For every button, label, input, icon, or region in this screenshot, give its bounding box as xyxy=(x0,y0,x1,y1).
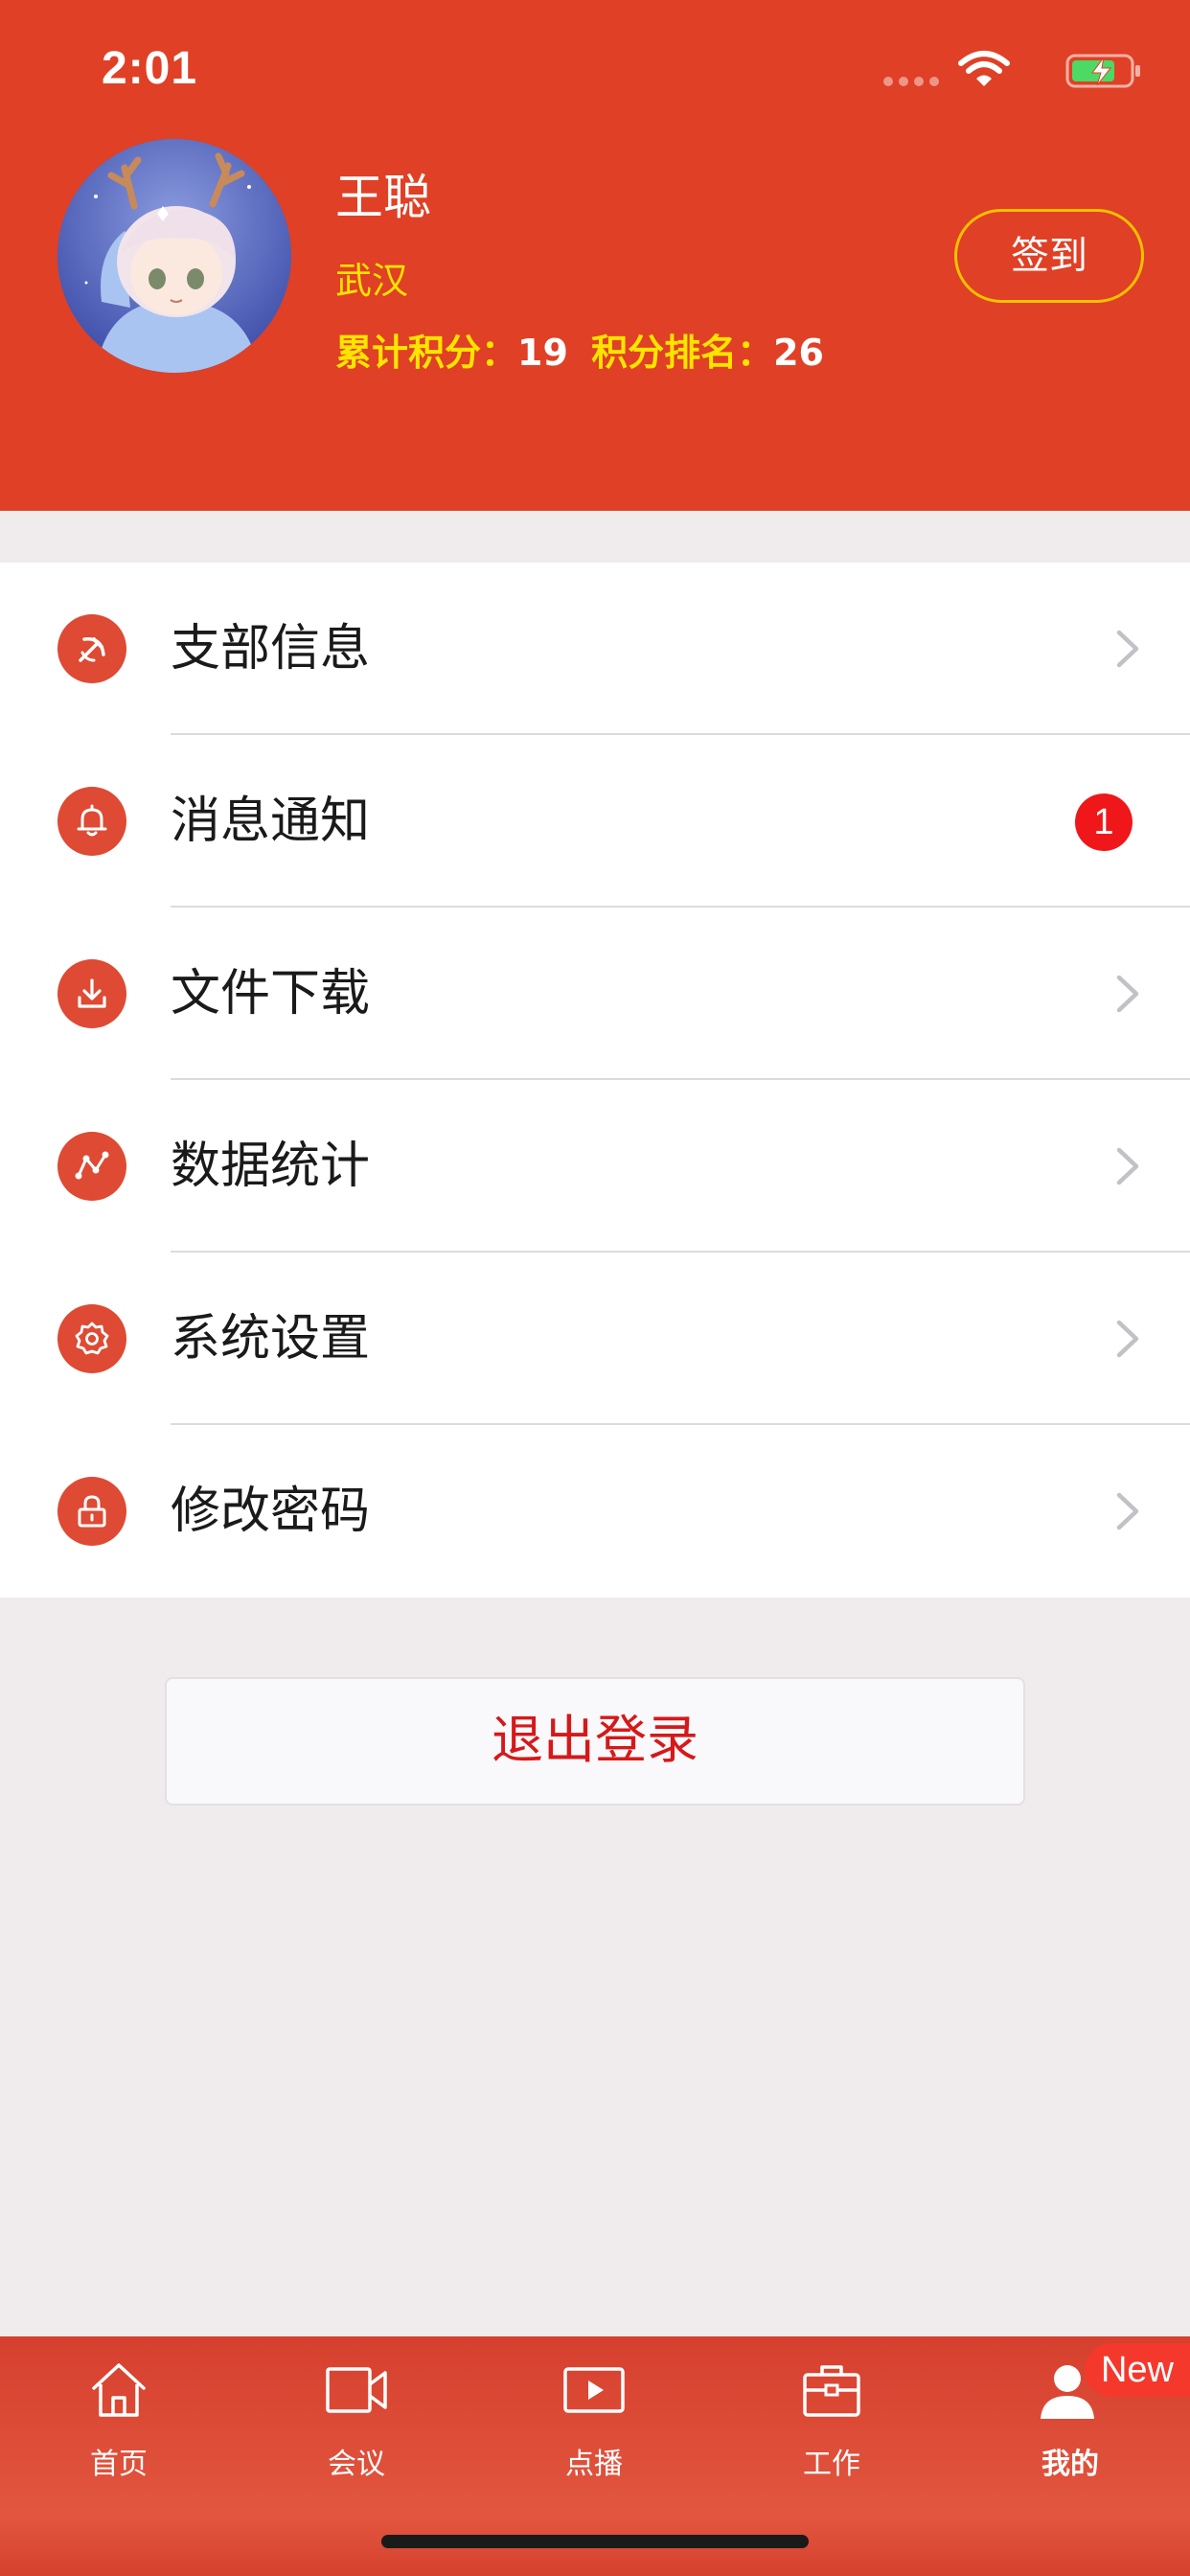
points-value: 19 xyxy=(517,332,568,374)
avatar-image xyxy=(57,139,291,373)
menu-item-settings[interactable]: 系统设置 xyxy=(0,1253,1190,1425)
battery-charging-icon xyxy=(1065,54,1140,88)
gear-icon xyxy=(57,1304,126,1373)
lock-icon xyxy=(57,1477,126,1546)
status-icons xyxy=(874,48,1142,94)
bell-icon xyxy=(57,787,126,856)
play-icon xyxy=(563,2367,625,2413)
avatar[interactable] xyxy=(57,139,291,373)
tab-label: 工作 xyxy=(803,2448,860,2481)
menu-label: 消息通知 xyxy=(171,793,371,850)
user-city: 武汉 xyxy=(335,260,409,302)
status-time: 2:01 xyxy=(102,43,198,94)
menu-label: 修改密码 xyxy=(171,1483,371,1540)
statistics-icon xyxy=(57,1132,126,1201)
tab-on-demand[interactable]: 点播 xyxy=(475,2336,713,2509)
logout-button[interactable]: 退出登录 xyxy=(165,1677,1025,1806)
points-label: 累计积分： xyxy=(335,332,518,374)
rank-label: 积分排名： xyxy=(591,332,774,374)
chevron-right-icon xyxy=(1116,1147,1139,1185)
menu-label: 支部信息 xyxy=(171,620,371,678)
menu-label: 数据统计 xyxy=(171,1138,371,1195)
tab-label: 点播 xyxy=(565,2448,623,2481)
notification-count-badge: 1 xyxy=(1075,794,1133,851)
wifi-icon xyxy=(958,51,1010,86)
download-icon xyxy=(57,959,126,1028)
tab-label: 会议 xyxy=(328,2448,385,2481)
menu-item-notifications[interactable]: 消息通知 xyxy=(0,735,1190,908)
chevron-right-icon xyxy=(1116,630,1139,668)
user-name: 王聪 xyxy=(335,170,431,225)
signal-icon xyxy=(883,77,941,88)
chevron-right-icon xyxy=(1116,1320,1139,1358)
menu-item-file-download[interactable]: 文件下载 xyxy=(0,908,1190,1080)
tab-home[interactable]: 首页 xyxy=(0,2336,238,2509)
menu-item-change-password[interactable]: 修改密码 xyxy=(0,1425,1190,1598)
menu-item-branch-info[interactable]: 支部信息 xyxy=(0,563,1190,735)
profile-header: 2:01 王聪 武汉 累计积分：19 积分排名：26 签到 xyxy=(0,0,1190,511)
checkin-button[interactable]: 签到 xyxy=(954,209,1144,303)
menu-label: 系统设置 xyxy=(171,1310,371,1368)
tab-label: 首页 xyxy=(90,2448,148,2481)
rank-value: 26 xyxy=(773,332,824,374)
tab-meeting[interactable]: 会议 xyxy=(238,2336,475,2509)
menu-list: 支部信息 消息通知 文件下载 数据统计 系统设置 修改密码 xyxy=(0,563,1190,1598)
party-emblem-icon xyxy=(57,614,126,683)
chevron-right-icon xyxy=(1116,975,1139,1013)
home-indicator xyxy=(381,2535,809,2548)
briefcase-icon xyxy=(803,2365,860,2417)
points-summary: 累计积分：19 积分排名：26 xyxy=(335,323,824,376)
chevron-right-icon xyxy=(1116,1492,1139,1530)
menu-label: 文件下载 xyxy=(171,965,371,1023)
home-icon xyxy=(92,2363,146,2417)
tab-work[interactable]: 工作 xyxy=(713,2336,950,2509)
new-badge: New xyxy=(1085,2343,1190,2397)
menu-item-statistics[interactable]: 数据统计 xyxy=(0,1080,1190,1253)
video-camera-icon xyxy=(326,2367,387,2413)
tab-label: 我的 xyxy=(1041,2448,1099,2481)
